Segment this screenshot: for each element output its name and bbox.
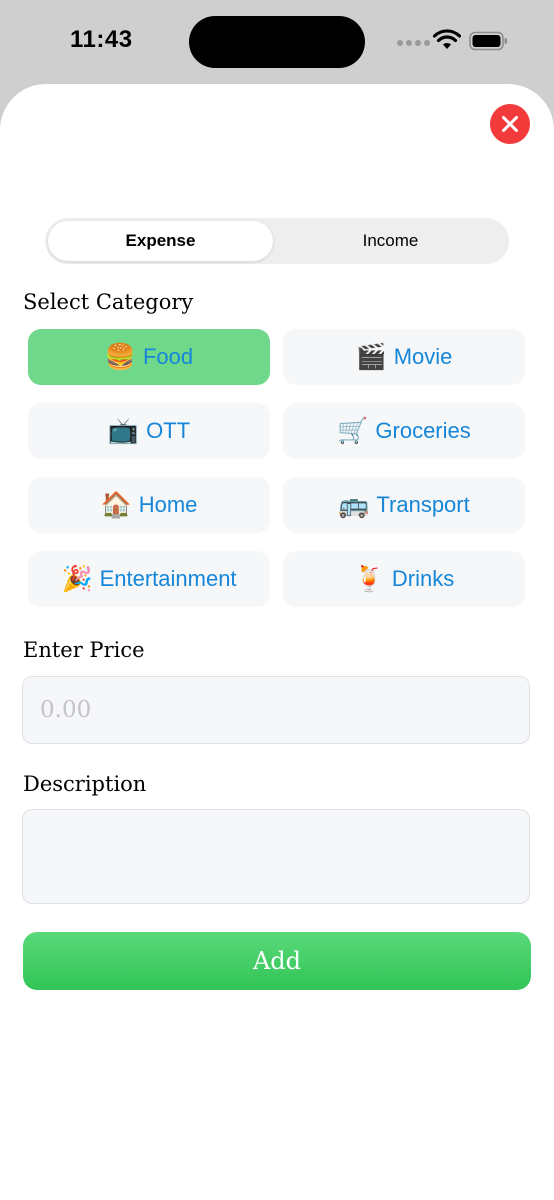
party-popper-icon: 🎉 xyxy=(61,564,93,593)
clapper-board-icon: 🎬 xyxy=(355,342,387,371)
description-label: Description xyxy=(23,772,147,796)
category-entertainment-button[interactable]: 🎉 Entertainment xyxy=(28,551,270,607)
transaction-type-toggle: Expense Income xyxy=(45,218,509,264)
wifi-icon xyxy=(433,29,461,49)
hamburger-icon: 🍔 xyxy=(104,342,136,371)
battery-icon xyxy=(469,31,507,51)
xmark-icon xyxy=(502,116,518,132)
select-category-label: Select Category xyxy=(23,290,194,314)
enter-price-label: Enter Price xyxy=(23,638,145,662)
description-input[interactable] xyxy=(40,824,510,888)
house-icon: 🏠 xyxy=(100,490,132,519)
dynamic-island xyxy=(189,16,365,68)
category-label: Transport xyxy=(376,492,470,517)
category-drinks-button[interactable]: 🍹 Drinks xyxy=(283,551,525,607)
television-icon: 📺 xyxy=(107,416,140,445)
category-label: Drinks xyxy=(391,566,455,591)
category-ott-button[interactable]: 📺 OTT xyxy=(28,403,270,459)
price-field xyxy=(22,676,530,744)
category-label: Food xyxy=(142,344,194,369)
category-label: Groceries xyxy=(375,418,471,443)
category-groceries-button[interactable]: 🛒 Groceries xyxy=(283,403,525,459)
tab-expense[interactable]: Expense xyxy=(48,221,273,261)
category-transport-button[interactable]: 🚌 Transport xyxy=(283,477,525,533)
tropical-drink-icon: 🍹 xyxy=(353,564,385,593)
status-time: 11:43 xyxy=(70,26,133,53)
bus-icon: 🚌 xyxy=(338,490,370,519)
status-bar: 11:43 xyxy=(0,0,554,84)
category-label: Movie xyxy=(393,344,453,369)
category-food-button[interactable]: 🍔 Food xyxy=(28,329,270,385)
cellular-signal-icon xyxy=(397,40,431,48)
category-movie-button[interactable]: 🎬 Movie xyxy=(283,329,525,385)
category-home-button[interactable]: 🏠 Home xyxy=(28,477,270,533)
description-field xyxy=(22,809,530,904)
category-label: Home xyxy=(138,492,198,517)
shopping-cart-icon: 🛒 xyxy=(337,416,369,445)
add-button[interactable]: Add xyxy=(23,932,531,990)
category-label: Entertainment xyxy=(99,566,237,591)
close-button[interactable] xyxy=(490,104,530,144)
category-label: OTT xyxy=(146,418,191,443)
tab-income[interactable]: Income xyxy=(275,221,506,261)
price-input[interactable] xyxy=(40,677,510,743)
